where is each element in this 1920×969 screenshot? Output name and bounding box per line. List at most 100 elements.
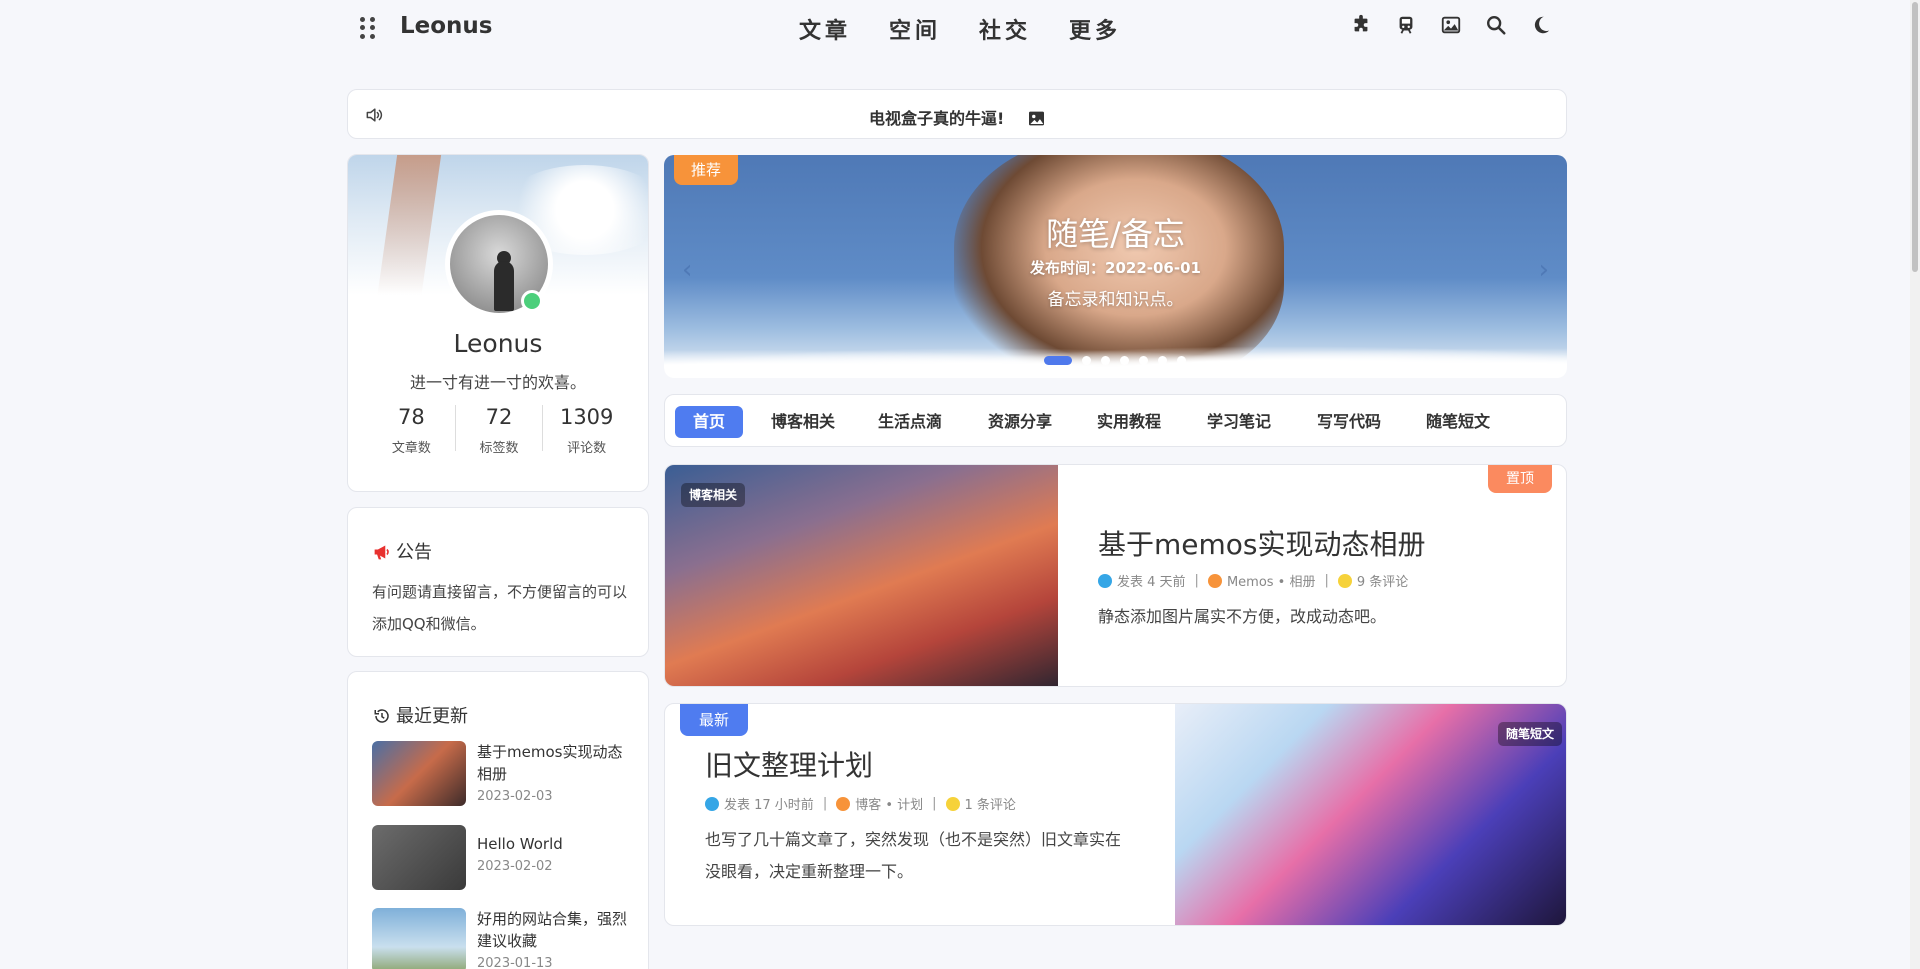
profile-motto: 进一寸有进一寸的欢喜。 [409,373,586,392]
search-icon[interactable] [1485,14,1507,36]
stat-value: 78 [397,405,425,429]
post-excerpt: 静态添加图片属实不方便，改成动态吧。 [1098,607,1387,626]
nav-item-more[interactable]: 更多 [1050,13,1140,45]
recent-item-title: 好用的网站合集，强烈建议收藏 [477,910,628,950]
slider-dot[interactable] [1044,356,1072,365]
page-scrollbar[interactable] [1910,0,1920,969]
notice-text: 电视盒子真的牛逼! [869,109,1005,128]
main-nav: 文章 空间 社交 更多 [780,13,1140,45]
post-tags[interactable]: 博客 • 计划 [855,794,923,813]
post-excerpt: 也写了几十篇文章了，突然发现（也不是突然）旧文章实在没眼看，决定重新整理一下。 [705,830,1122,881]
slider-dot[interactable] [1177,356,1186,365]
recent-item-date: 2023-02-02 [477,859,553,874]
post-meta: 发表 17 小时前 | 博客 • 计划 | 1 条评论 [705,794,1016,813]
tab-blog[interactable]: 博客相关 [753,406,853,438]
tab-life[interactable]: 生活点滴 [860,406,960,438]
stat-label: 文章数 [391,441,431,456]
notice-bar[interactable]: 电视盒子真的牛逼! [347,89,1567,139]
slider-tag: 推荐 [674,155,738,185]
recent-item-thumbnail [372,741,466,806]
nav-item-articles[interactable]: 文章 [780,13,870,45]
slider-next-arrow-icon[interactable]: › [1539,255,1549,285]
slider-dot[interactable] [1158,356,1167,365]
tag-icon [1207,573,1222,588]
tag-icon [836,796,851,811]
post-tags[interactable]: Memos • 相册 [1227,571,1316,590]
image-icon [1028,111,1044,126]
category-tabs: 首页 博客相关 生活点滴 资源分享 实用教程 学习笔记 写写代码 随笔短文 [664,394,1567,447]
slider-date: 发布时间：2022-06-01 [1030,259,1201,277]
stat-value: 72 [485,405,513,429]
recent-item-thumbnail [372,908,466,969]
recent-item[interactable]: 好用的网站合集，强烈建议收藏 2023-01-13 [372,908,632,969]
slider-title[interactable]: 随笔/备忘 [664,209,1567,255]
post-category-tag[interactable]: 博客相关 [681,483,746,507]
tab-essays[interactable]: 随笔短文 [1408,406,1508,438]
recent-item-thumbnail [372,825,466,890]
announcement-card: 公告 有问题请直接留言，不方便留言的可以添加QQ和微信。 [347,507,649,657]
stat-tags[interactable]: 72 标签数 [456,405,544,456]
slider-dot[interactable] [1101,356,1110,365]
post-title[interactable]: 旧文整理计划 [705,744,873,784]
stat-articles[interactable]: 78 文章数 [368,405,456,456]
puzzle-icon[interactable] [1350,14,1372,36]
announcement-title: 公告 [372,538,432,564]
recent-item[interactable]: 基于memos实现动态相册 2023-02-03 [372,741,632,809]
site-brand[interactable]: Leonus [400,13,493,39]
stat-label: 评论数 [567,441,607,456]
recent-item-title: 基于memos实现动态相册 [477,743,623,783]
stat-label: 标签数 [479,441,519,456]
tab-notes[interactable]: 学习笔记 [1189,406,1289,438]
tab-code[interactable]: 写写代码 [1299,406,1399,438]
image-icon[interactable] [1440,14,1462,36]
nav-item-social[interactable]: 社交 [960,13,1050,45]
post-comments[interactable]: 1 条评论 [965,794,1016,813]
megaphone-icon [374,545,389,560]
recent-item-title: Hello World [477,835,563,853]
scrollbar-thumb[interactable] [1912,2,1918,272]
recent-item[interactable]: Hello World 2023-02-02 [372,825,632,893]
post-card[interactable]: 最新 旧文整理计划 发表 17 小时前 | 博客 • 计划 | 1 条评论 也写… [664,703,1567,926]
publish-icon [705,796,719,811]
recent-updates-title: 最近更新 [372,702,468,728]
announcement-body: 有问题请直接留言，不方便留言的可以添加QQ和微信。 [372,583,628,633]
slider-description: 备忘录和知识点。 [1047,290,1184,310]
post-title[interactable]: 基于memos实现动态相册 [1098,523,1426,563]
nav-icon-group [1350,14,1552,36]
profile-card: Leonus 进一寸有进一寸的欢喜。 78 文章数 72 标签数 1309 评论… [347,154,649,492]
tab-tutorials[interactable]: 实用教程 [1079,406,1179,438]
post-comments[interactable]: 9 条评论 [1357,571,1408,590]
nav-item-space[interactable]: 空间 [870,13,960,45]
recent-updates-card: 最近更新 基于memos实现动态相册 2023-02-03 Hello Worl… [347,671,649,969]
top-nav: Leonus 文章 空间 社交 更多 [0,0,1920,56]
train-icon[interactable] [1395,14,1417,36]
stat-comments[interactable]: 1309 评论数 [543,405,630,456]
slider-dot[interactable] [1139,356,1148,365]
comment-icon [1337,573,1352,588]
slider-pagination [1044,356,1186,365]
post-date: 发表 4 天前 [1117,575,1186,590]
post-category-tag[interactable]: 随笔短文 [1498,722,1563,746]
tab-resources[interactable]: 资源分享 [970,406,1070,438]
online-status-dot [521,290,543,312]
menu-grid-icon[interactable] [360,17,376,39]
post-meta: 发表 4 天前 | Memos • 相册 | 9 条评论 [1098,571,1408,590]
recent-item-date: 2023-01-13 [477,956,553,969]
profile-stats: 78 文章数 72 标签数 1309 评论数 [368,405,630,456]
slider-prev-arrow-icon[interactable]: ‹ [682,255,692,285]
profile-name: Leonus [453,329,543,358]
slider-dot[interactable] [1120,356,1129,365]
pinned-badge: 置顶 [1488,465,1552,493]
stat-value: 1309 [559,405,614,429]
post-card[interactable]: 博客相关 置顶 基于memos实现动态相册 发表 4 天前 | Memos • … [664,464,1567,687]
publish-icon [1098,573,1112,588]
post-date: 发表 17 小时前 [724,798,814,813]
moon-icon[interactable] [1530,14,1552,36]
comment-icon [945,796,960,811]
slider-dot[interactable] [1082,356,1091,365]
featured-slider[interactable]: 推荐 随笔/备忘 发布时间：2022-06-01 备忘录和知识点。 ‹ › [664,155,1567,378]
history-icon [374,709,389,723]
new-badge: 最新 [680,704,748,736]
recent-item-date: 2023-02-03 [477,789,553,804]
tab-home[interactable]: 首页 [675,406,744,438]
